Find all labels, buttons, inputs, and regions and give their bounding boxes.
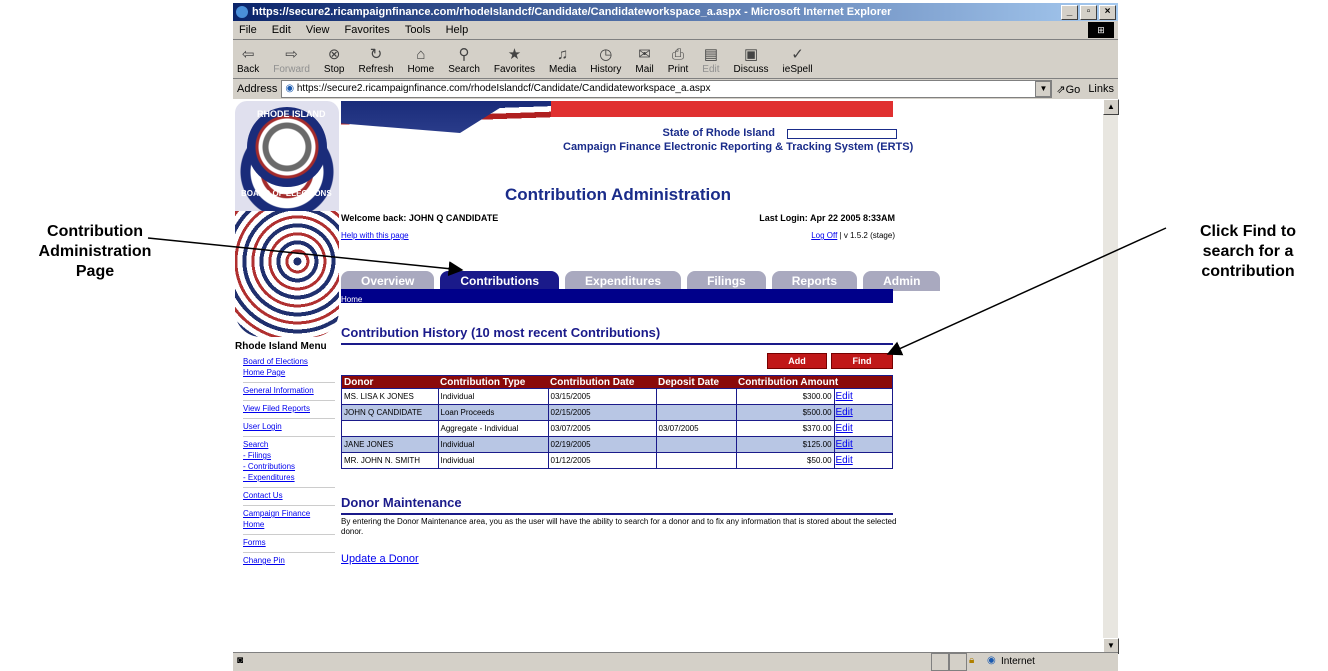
annotation-arrows <box>147 227 1167 356</box>
callout-left-arrow <box>147 237 464 277</box>
callout-right-arrow <box>886 227 1167 356</box>
